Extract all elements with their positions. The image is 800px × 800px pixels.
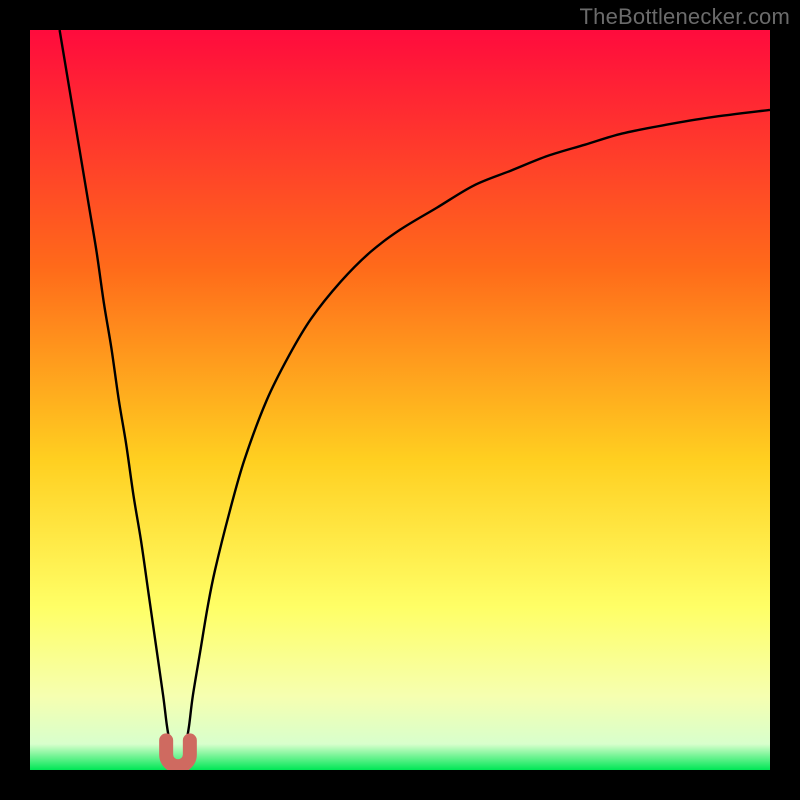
watermark-text: TheBottlenecker.com <box>580 4 790 30</box>
gradient-background <box>30 30 770 770</box>
chart-frame: TheBottlenecker.com <box>0 0 800 800</box>
bottleneck-curve-chart <box>30 30 770 770</box>
plot-area <box>30 30 770 770</box>
